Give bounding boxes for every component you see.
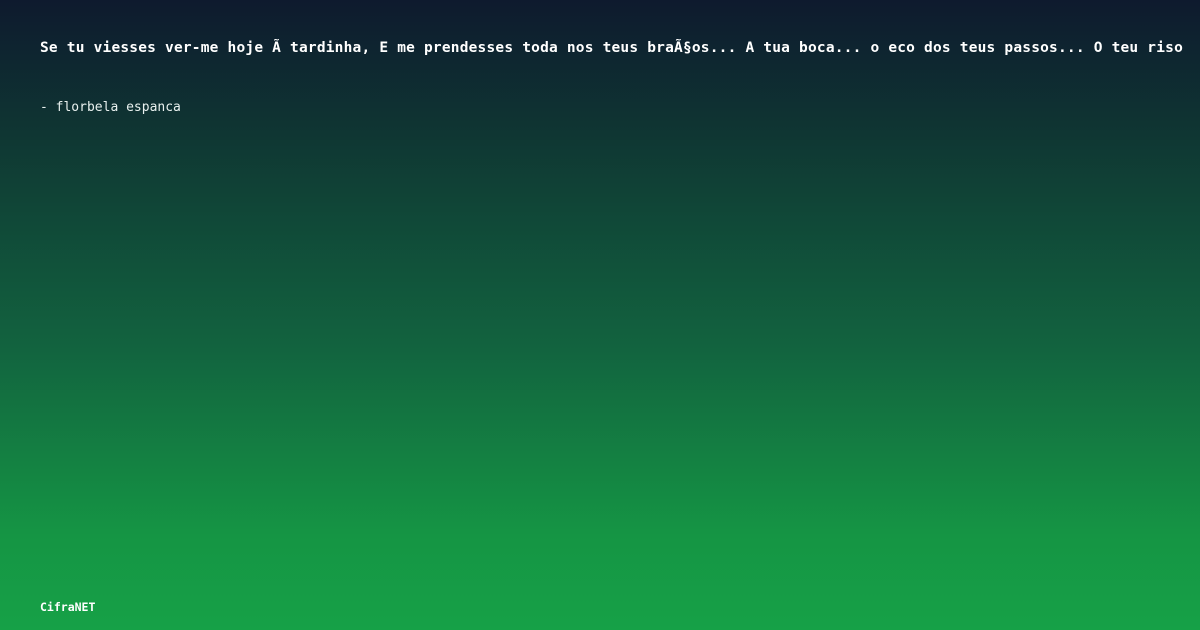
- brand-logo-text: CifraNET: [40, 600, 96, 614]
- quote-text: Se tu viesses ver-me hoje Ã tardinha, E …: [40, 40, 1184, 56]
- quote-author: - florbela espanca: [40, 100, 181, 115]
